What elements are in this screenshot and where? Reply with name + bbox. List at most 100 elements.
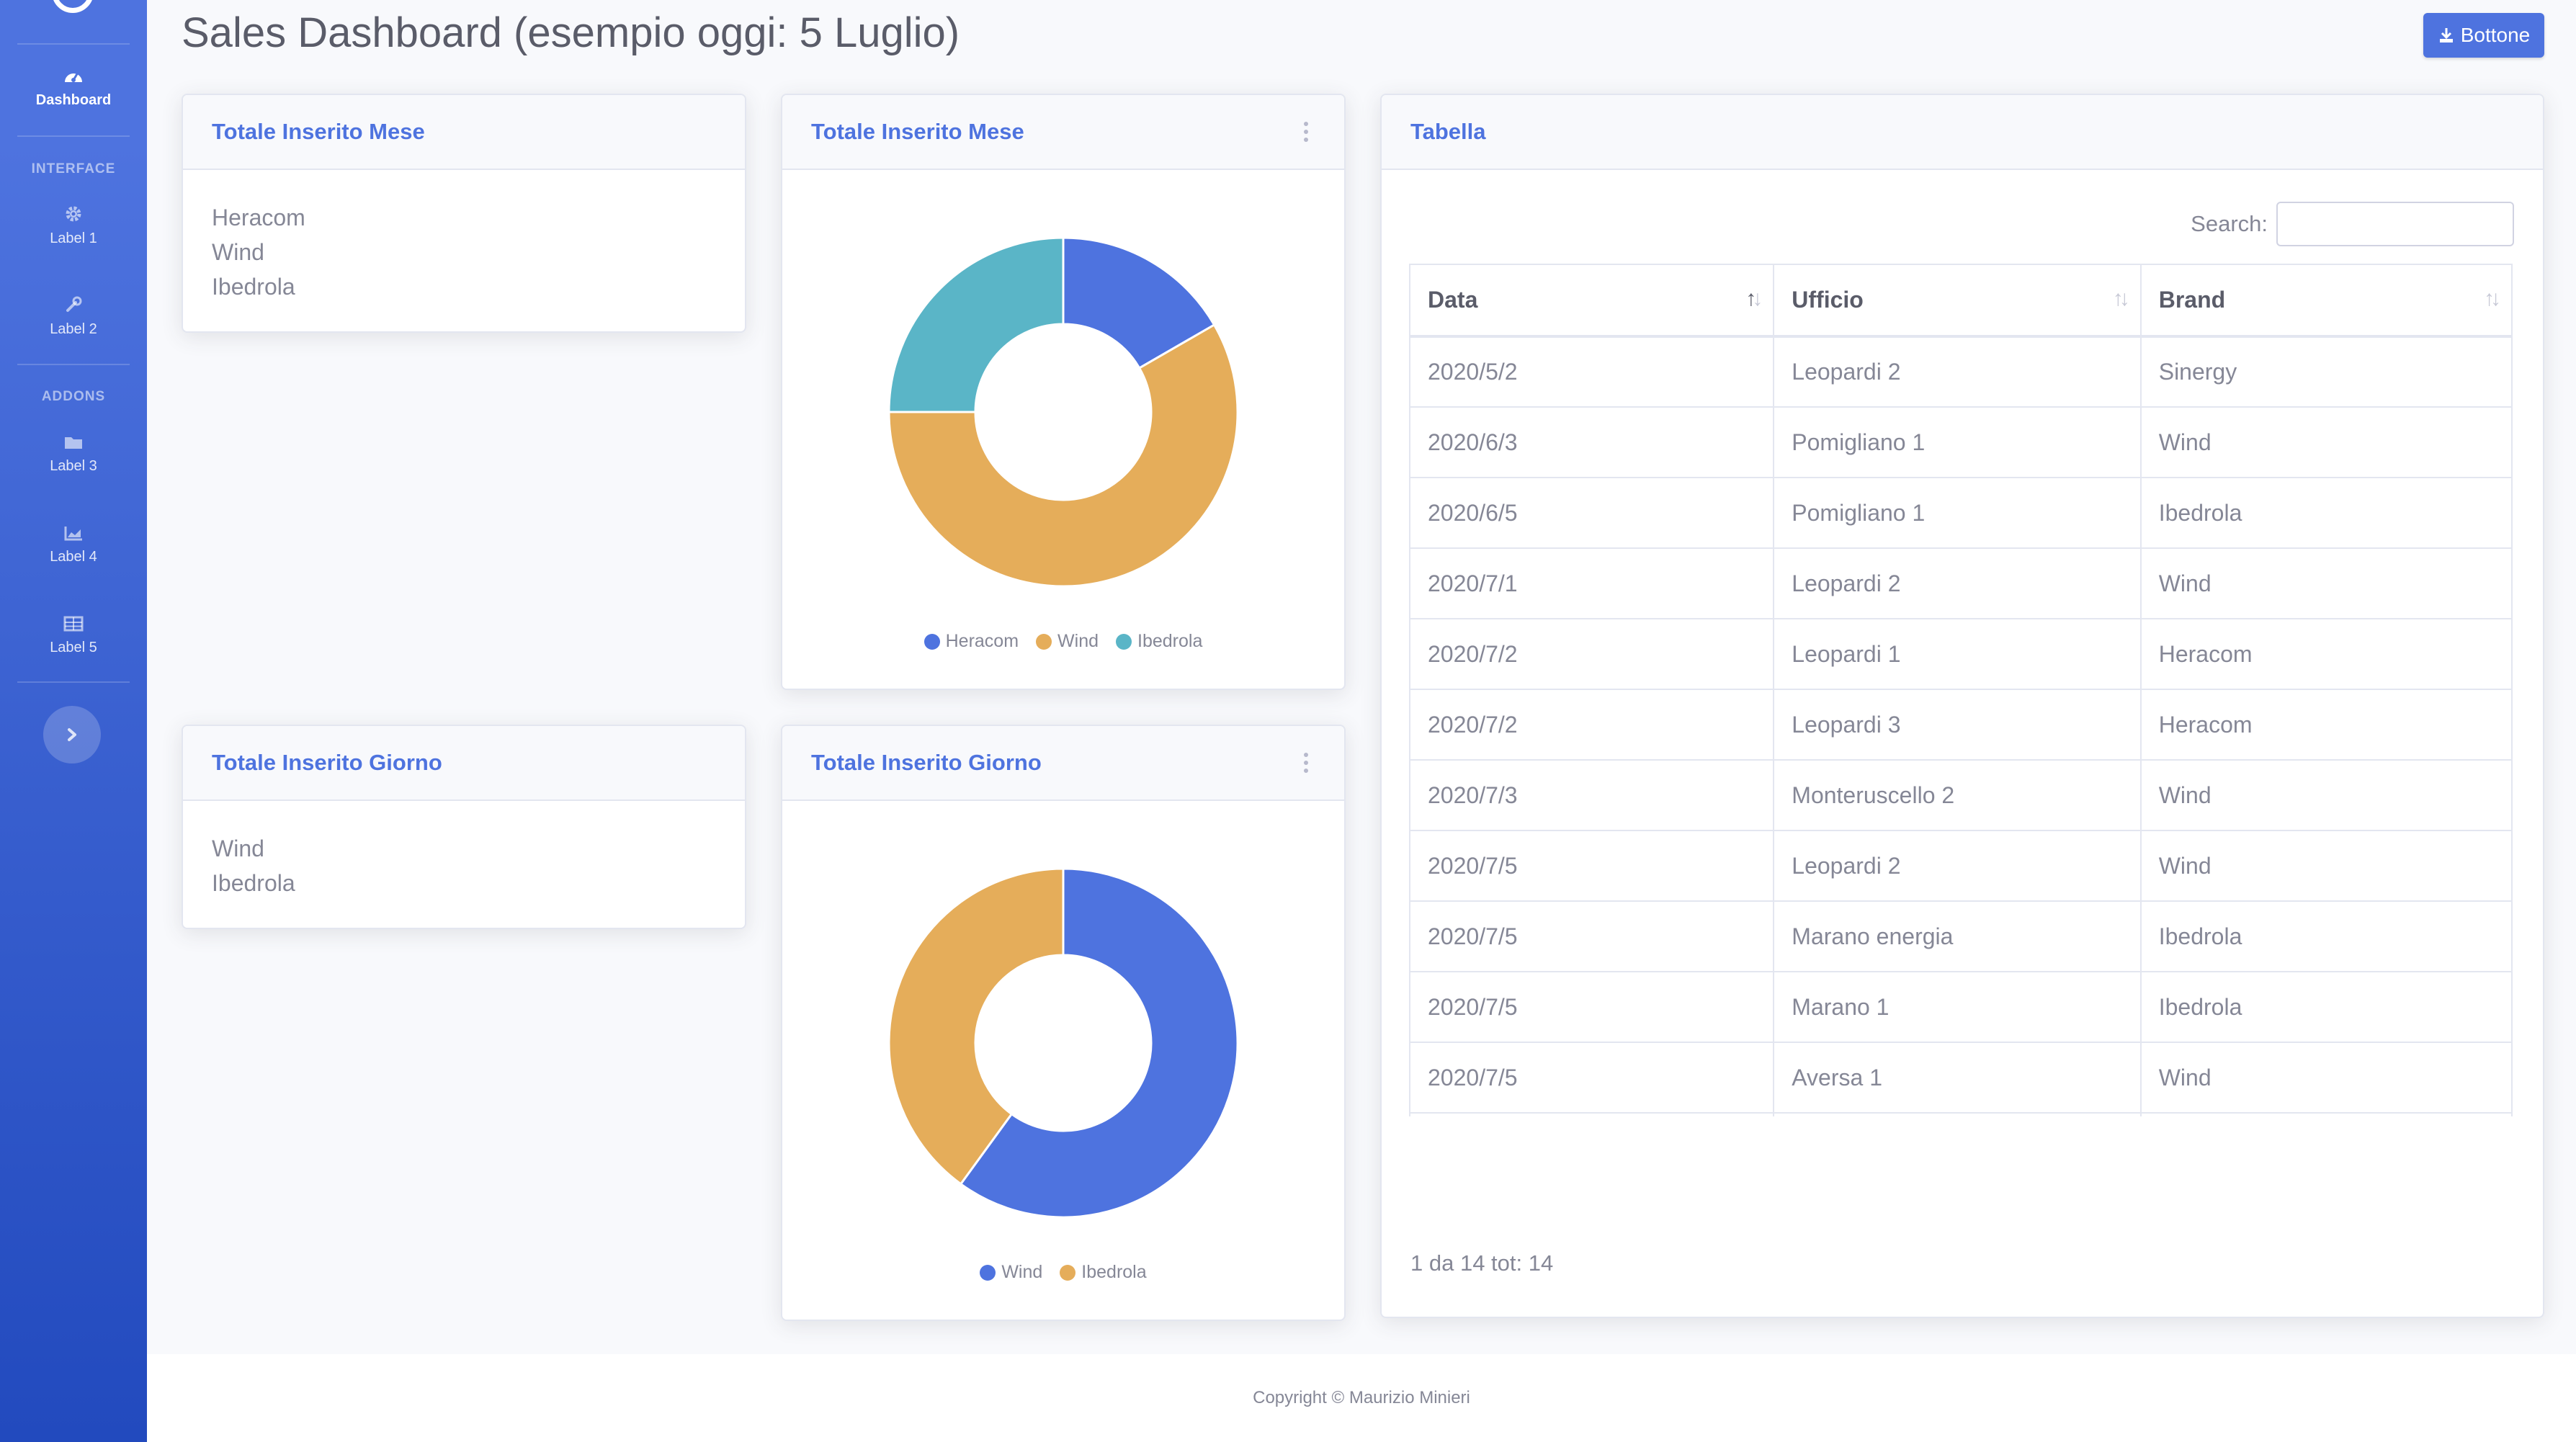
cell-data: 2020/7/3 — [1409, 759, 1775, 831]
table-row[interactable]: 2020/7/2 Leopardi 1 Heracom — [1409, 618, 2513, 690]
cell-brand: Heracom — [2139, 618, 2513, 690]
legend-label: Wind — [1001, 1262, 1043, 1282]
sidebar-divider — [17, 364, 130, 365]
table-body: 2020/5/2 Leopardi 2 Sinergy 2020/6/3 Pomigli… — [1409, 336, 2513, 1116]
sidebar-item-label-1[interactable]: Label 1 — [0, 205, 147, 247]
cell-brand: Wind — [2139, 830, 2513, 902]
wrench-icon — [66, 296, 82, 312]
sidebar-item-label: Label 2 — [50, 321, 97, 337]
card-title: Totale Inserito Mese — [212, 119, 425, 144]
download-button-label: Bottone — [2460, 24, 2531, 46]
footer: Copyright © Maurizio Minieri — [147, 1354, 2576, 1442]
table-header-row: Data ↑↓ Ufficio ↑↓ Brand ↑↓ — [1409, 264, 2513, 338]
cell-ufficio: Aversa 1 — [1773, 1042, 2142, 1114]
cell-data: 2020/6/3 — [1409, 406, 1775, 478]
card-giorno-chart: Totale Inserito Giorno Wind Ibedrola — [781, 725, 1346, 1321]
card-tabella: Tabella Search: Data ↑↓ Ufficio ↑↓ Brand — [1380, 94, 2544, 1318]
cell-ufficio: Pomigliano 1 — [1773, 477, 2142, 549]
chevron-right-icon — [68, 728, 76, 741]
legend-item[interactable]: Ibedrola — [1116, 631, 1202, 652]
sidebar-item-label-5[interactable]: Label 5 — [0, 615, 147, 656]
copyright-text: Copyright © Maurizio Minieri — [1253, 1388, 1470, 1407]
table-row[interactable]: 2020/7/1 Leopardi 2 Wind — [1409, 547, 2513, 619]
cell-brand: Wind — [2139, 1042, 2513, 1114]
cell-data: 2020/7/5 — [1409, 900, 1775, 972]
card-header: Tabella — [1382, 95, 2543, 170]
table-row[interactable]: 2020/7/5 Marano 1 Ibedrola — [1409, 971, 2513, 1043]
column-header-brand[interactable]: Brand ↑↓ — [2139, 264, 2513, 338]
legend-label: Ibedrola — [1081, 1262, 1147, 1282]
download-button[interactable]: Bottone — [2423, 13, 2544, 58]
cell-data: 2020/7/2 — [1409, 618, 1775, 690]
cell-data: 2020/7/5 — [1409, 1112, 1775, 1116]
table-row[interactable]: 2020/6/5 Pomigliano 1 Ibedrola — [1409, 477, 2513, 549]
sidebar-divider — [17, 135, 130, 137]
mese-brand-list: Heracom Wind Ibedrola — [183, 170, 745, 304]
search-input[interactable] — [2276, 202, 2514, 246]
table-row[interactable]: 2020/7/5Pomigliano 1Wind — [1409, 1112, 2513, 1116]
table-row[interactable]: 2020/7/5 Marano energia Ibedrola — [1409, 900, 2513, 972]
sort-icon: ↑↓ — [2112, 287, 2130, 310]
legend-swatch — [1036, 633, 1052, 650]
table-row[interactable]: 2020/7/2 Leopardi 3 Heracom — [1409, 689, 2513, 761]
giorno-doughnut-chart — [887, 867, 1239, 1219]
table-row[interactable]: 2020/7/5 Aversa 1 Wind — [1409, 1042, 2513, 1114]
more-options-icon[interactable] — [1304, 753, 1308, 773]
table-icon — [63, 616, 84, 632]
legend-label: Ibedrola — [1137, 631, 1203, 651]
legend-swatch — [1060, 1264, 1076, 1281]
sidebar-item-label-4[interactable]: Label 4 — [0, 524, 147, 565]
cell-brand: Heracom — [2139, 689, 2513, 761]
sidebar-item-label-2[interactable]: Label 2 — [0, 295, 147, 338]
cell-brand: Wind — [2139, 1112, 2513, 1116]
column-header-label: Brand — [2158, 287, 2226, 313]
sidebar-heading-interface: INTERFACE — [31, 161, 116, 176]
list-item: Ibedrola — [212, 870, 295, 896]
legend-item[interactable]: Wind — [1036, 631, 1099, 652]
slice-ibedrola[interactable] — [887, 236, 1065, 413]
card-header: Totale Inserito Giorno — [183, 726, 745, 801]
data-table: Data ↑↓ Ufficio ↑↓ Brand ↑↓ 2020/5/2 Leop… — [1409, 264, 2513, 1116]
legend-swatch — [1116, 633, 1132, 650]
more-options-icon[interactable] — [1304, 122, 1308, 142]
cell-data: 2020/7/1 — [1409, 547, 1775, 619]
cell-data: 2020/7/5 — [1409, 830, 1775, 902]
table-row[interactable]: 2020/7/5 Leopardi 2 Wind — [1409, 830, 2513, 902]
table-row[interactable]: 2020/5/2 Leopardi 2 Sinergy — [1409, 336, 2513, 408]
table-scroll[interactable]: Data ↑↓ Ufficio ↑↓ Brand ↑↓ 2020/5/2 Leop… — [1409, 264, 2513, 1116]
table-row[interactable]: 2020/6/3 Pomigliano 1 Wind — [1409, 406, 2513, 478]
legend-item[interactable]: Ibedrola — [1060, 1262, 1147, 1283]
cell-ufficio: Monteruscello 2 — [1773, 759, 2142, 831]
cell-brand: Ibedrola — [2139, 900, 2513, 972]
list-item: Wind — [212, 239, 264, 265]
sidebar-item-label: Dashboard — [35, 92, 112, 108]
legend-swatch — [923, 633, 940, 650]
table-info: 1 da 14 tot: 14 — [1410, 1250, 1554, 1276]
legend-item[interactable]: Heracom — [923, 631, 1019, 652]
page-title: Sales Dashboard (esempio oggi: 5 Luglio) — [182, 9, 960, 56]
cell-data: 2020/7/2 — [1409, 689, 1775, 761]
card-header: Totale Inserito Giorno — [782, 726, 1344, 801]
card-mese-list: Totale Inserito Mese Heracom Wind Ibedro… — [182, 94, 746, 333]
sort-asc-icon: ↑↓ — [1745, 287, 1763, 310]
card-title: Totale Inserito Giorno — [811, 750, 1042, 775]
sidebar-toggle-button[interactable] — [43, 706, 101, 763]
card-header: Totale Inserito Mese — [183, 95, 745, 170]
cell-brand: Ibedrola — [2139, 477, 2513, 549]
cell-ufficio: Leopardi 3 — [1773, 689, 2142, 761]
sidebar-item-dashboard[interactable]: Dashboard — [0, 66, 147, 109]
brand-logo[interactable] — [52, 0, 94, 13]
legend-label: Wind — [1057, 631, 1099, 651]
list-item: Wind — [212, 836, 264, 861]
cell-brand: Sinergy — [2139, 336, 2513, 408]
legend-item[interactable]: Wind — [980, 1262, 1042, 1283]
table-row[interactable]: 2020/7/3 Monteruscello 2 Wind — [1409, 759, 2513, 831]
sidebar-item-label-3[interactable]: Label 3 — [0, 434, 147, 475]
column-header-ufficio[interactable]: Ufficio ↑↓ — [1773, 264, 2142, 338]
column-header-data[interactable]: Data ↑↓ — [1409, 264, 1775, 338]
card-title: Tabella — [1410, 119, 1486, 144]
sidebar-item-label: Label 1 — [50, 230, 97, 246]
tachometer-icon — [65, 72, 82, 82]
cell-ufficio: Leopardi 2 — [1773, 547, 2142, 619]
card-header: Totale Inserito Mese — [782, 95, 1344, 170]
